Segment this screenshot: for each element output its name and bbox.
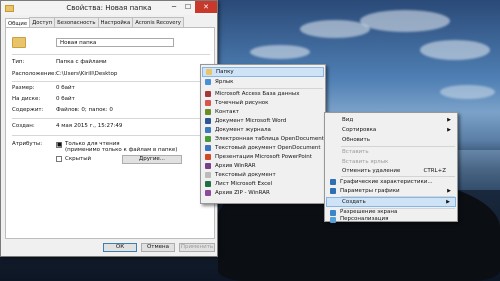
- attributes-label: Атрибуты:: [12, 141, 43, 147]
- personalize-icon: [330, 216, 336, 223]
- text-icon: [205, 172, 211, 178]
- ods-icon: [205, 136, 211, 142]
- maximize-button[interactable]: ☐: [181, 1, 195, 13]
- chevron-right-icon: ▶: [447, 127, 451, 133]
- personalization-item[interactable]: Персонализация: [326, 216, 456, 223]
- tab-customize[interactable]: Настройка: [97, 17, 134, 27]
- readonly-note: (применимо только к файлам в папке): [65, 147, 178, 153]
- created-value: 4 мая 2015 г., 15:27:49: [56, 123, 123, 129]
- contains-value: Файлов: 0; папок: 0: [56, 107, 113, 113]
- hidden-checkbox[interactable]: [56, 156, 62, 162]
- folder-name-input[interactable]: Новая папка: [56, 38, 174, 47]
- size-value: 0 байт: [56, 85, 75, 91]
- bitmap-icon: [205, 100, 211, 106]
- new-shortcut-item[interactable]: Ярлык: [202, 77, 324, 87]
- folder-icon: [12, 37, 26, 48]
- desktop-context-menu: Вид ▶ Сортировка ▶ Обновить Вставить Встав…: [324, 112, 458, 223]
- intel-graphics-icon: [330, 179, 336, 185]
- tab-acronis-recovery[interactable]: Acronis Recovery: [132, 17, 184, 27]
- paste-item[interactable]: Вставить: [326, 147, 456, 157]
- graphics-options-item[interactable]: Параметры графики ▶: [326, 186, 456, 196]
- monitor-icon: [330, 209, 336, 216]
- tab-bar: Общие Доступ Безопасность Настройка Acro…: [1, 17, 217, 28]
- type-label: Тип:: [12, 59, 25, 65]
- shortcut-icon: [205, 79, 211, 85]
- disk-size-label: На диске:: [12, 96, 41, 102]
- location-value: C:\Users\Kirill\Desktop: [56, 71, 118, 77]
- divider: [12, 81, 210, 82]
- journal-icon: [205, 127, 211, 133]
- new-submenu: Папку Ярлык Microsoft Access База данных…: [200, 64, 326, 204]
- new-folder-item[interactable]: Папку: [202, 67, 324, 77]
- apply-button[interactable]: Применить: [179, 243, 215, 252]
- chevron-right-icon: ▶: [446, 199, 450, 205]
- create-item[interactable]: Создать ▶: [326, 197, 456, 207]
- intel-graphics-icon: [330, 188, 336, 194]
- undo-shortcut-key: CTRL+Z: [423, 168, 446, 174]
- chevron-right-icon: ▶: [447, 117, 451, 123]
- created-label: Создан:: [12, 123, 35, 129]
- title-bar[interactable]: Свойства: Новая папка ─ ☐ ✕: [1, 1, 217, 15]
- winrar-icon: [205, 163, 211, 169]
- odt-icon: [205, 145, 211, 151]
- tab-sharing[interactable]: Доступ: [29, 17, 56, 27]
- divider: [12, 135, 210, 136]
- zip-icon: [205, 190, 211, 196]
- tab-security[interactable]: Безопасность: [54, 17, 99, 27]
- access-icon: [205, 91, 211, 97]
- folder-icon: [206, 69, 212, 75]
- new-zip-archive-item[interactable]: Архив ZIP - WinRAR: [202, 188, 324, 198]
- divider: [12, 118, 210, 119]
- sort-item[interactable]: Сортировка ▶: [326, 125, 456, 135]
- hidden-label: Скрытый: [65, 156, 92, 162]
- screen-resolution-item[interactable]: Разрешение экрана: [326, 209, 456, 216]
- contains-label: Содержит:: [12, 107, 44, 113]
- properties-window: Свойства: Новая папка ─ ☐ ✕ Общие Доступ…: [0, 0, 218, 257]
- undo-delete-item[interactable]: Отменить удаление CTRL+Z: [326, 166, 456, 176]
- refresh-item[interactable]: Обновить: [326, 135, 456, 145]
- view-item[interactable]: Вид ▶: [326, 115, 456, 125]
- word-icon: [205, 118, 211, 124]
- powerpoint-icon: [205, 154, 211, 160]
- other-attributes-button[interactable]: Другие...: [122, 155, 182, 164]
- close-button[interactable]: ✕: [195, 1, 217, 13]
- chevron-right-icon: ▶: [447, 188, 451, 194]
- general-panel: Новая папка Тип: Папка с файлами Располо…: [5, 27, 215, 239]
- size-label: Размер:: [12, 85, 35, 91]
- divider: [12, 54, 210, 55]
- disk-size-value: 0 байт: [56, 96, 75, 102]
- readonly-checkbox[interactable]: ■: [56, 142, 62, 148]
- ok-button[interactable]: ОК: [103, 243, 137, 252]
- location-label: Расположение:: [12, 71, 57, 77]
- type-value: Папка с файлами: [56, 59, 107, 65]
- minimize-button[interactable]: ─: [167, 1, 181, 13]
- contact-icon: [205, 109, 211, 115]
- excel-icon: [205, 181, 211, 187]
- cancel-button[interactable]: Отмена: [141, 243, 175, 252]
